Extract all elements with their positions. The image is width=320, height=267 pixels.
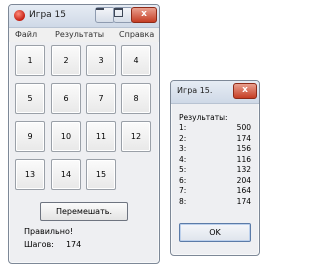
tile-11[interactable]: 11 (86, 121, 116, 152)
result-row: 2: 174 (179, 134, 251, 145)
tile-7[interactable]: 7 (86, 83, 116, 114)
result-row: 6: 204 (179, 176, 251, 187)
tile-10[interactable]: 10 (51, 121, 81, 152)
tile-1[interactable]: 1 (15, 45, 45, 76)
results-label: Результаты: (179, 113, 228, 122)
result-row: 5: 132 (179, 165, 251, 176)
menu-results[interactable]: Результаты (55, 30, 104, 39)
tile-2[interactable]: 2 (51, 45, 81, 76)
tile-12[interactable]: 12 (121, 121, 151, 152)
result-rank: 8: (179, 196, 187, 206)
result-score: 164 (236, 186, 251, 195)
result-score: 174 (236, 133, 251, 143)
tile-5[interactable]: 5 (15, 83, 45, 114)
shuffle-button[interactable]: Перемешать. (40, 202, 128, 221)
close-icon: x (242, 85, 248, 95)
result-rank: 3: (179, 144, 187, 153)
results-title-bar[interactable]: Игра 15. x (171, 81, 259, 104)
menu-file[interactable]: Файл (15, 30, 37, 39)
tile-grid: 1 2 3 4 5 6 7 8 9 10 11 12 13 14 15 (15, 45, 151, 197)
result-score: 174 (236, 196, 251, 206)
menu-bar: Файл Результаты Справка (9, 28, 159, 42)
moves-value: 174 (65, 240, 82, 249)
title-bar[interactable]: Игра 15 x (9, 5, 159, 28)
close-button[interactable]: x (131, 7, 157, 23)
tile-14[interactable]: 14 (51, 159, 81, 190)
game-window: Игра 15 x Файл Результаты Справка 123456… (8, 4, 160, 264)
result-row: 1: 500 (179, 123, 251, 134)
tile-15[interactable]: 15 (86, 159, 116, 190)
result-rank: 4: (179, 154, 187, 164)
moves-label: Шагов: (24, 240, 54, 249)
tile-4[interactable]: 4 (121, 45, 151, 76)
result-row: 4: 116 (179, 155, 251, 166)
tile-3[interactable]: 3 (86, 45, 116, 76)
tile-9[interactable]: 9 (15, 121, 45, 152)
results-dialog: Игра 15. x Результаты: 1: 500 2: 174 3: 156 4:… (170, 80, 260, 256)
result-row: 3: 156 (179, 144, 251, 155)
result-rank: 7: (179, 186, 187, 195)
results-close-button[interactable]: x (233, 83, 257, 99)
result-score: 500 (236, 123, 251, 132)
close-icon: x (141, 9, 147, 19)
app-icon (14, 10, 25, 21)
result-score: 116 (236, 154, 251, 164)
result-score: 132 (236, 165, 251, 174)
maximize-button[interactable] (113, 7, 133, 23)
moves-counter: Шагов: 174 (24, 240, 81, 249)
tile-13[interactable]: 13 (15, 159, 45, 190)
menu-help[interactable]: Справка (119, 30, 154, 39)
ok-button[interactable]: OK (179, 223, 251, 242)
result-score: 156 (236, 144, 251, 153)
window-title: Игра 15 (29, 10, 67, 20)
result-rank: 1: (179, 123, 187, 132)
tile-6[interactable]: 6 (51, 83, 81, 114)
result-row: 8: 174 (179, 197, 251, 208)
minimize-button[interactable] (95, 7, 115, 23)
result-row: 7: 164 (179, 186, 251, 197)
results-list: 1: 500 2: 174 3: 156 4: 116 5: 132 6: 204 7: 164 8: 174 (179, 123, 251, 207)
tile-8[interactable]: 8 (121, 83, 151, 114)
result-rank: 2: (179, 133, 187, 143)
result-score: 204 (236, 175, 251, 185)
results-title: Игра 15. (177, 86, 213, 95)
maximize-icon (114, 8, 123, 17)
result-rank: 5: (179, 165, 187, 174)
minimize-icon (96, 8, 104, 10)
status-text: Правильно! (24, 227, 74, 236)
result-rank: 6: (179, 175, 187, 185)
